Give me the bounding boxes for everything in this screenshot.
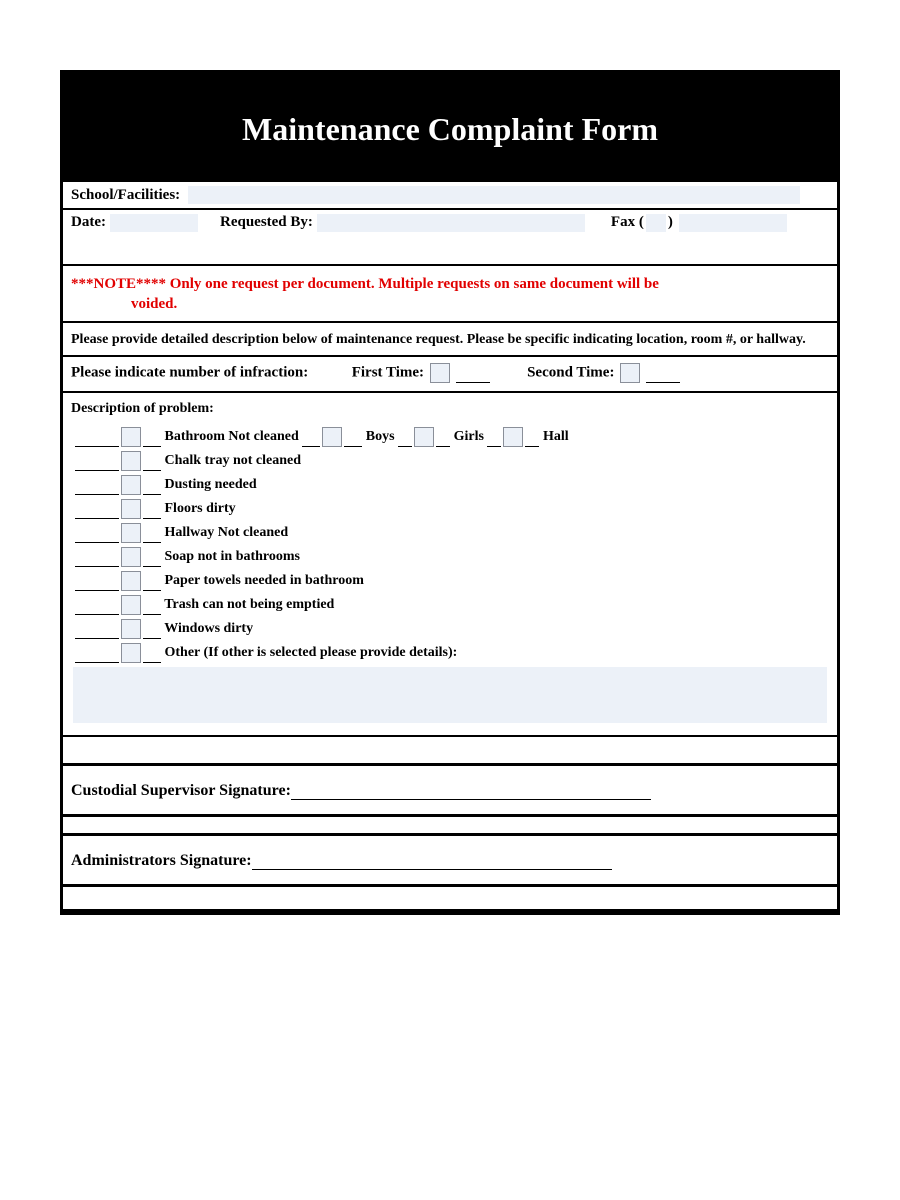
checkbox-hallway[interactable] [121,523,141,543]
label-school: School/Facilities: [71,187,180,203]
checkbox-bathroom[interactable] [121,427,141,447]
checkbox-first-time[interactable] [430,363,450,383]
label-floors: Floors dirty [165,502,236,517]
checkbox-dusting[interactable] [121,475,141,495]
input-custodial-signature[interactable] [291,785,651,800]
checkbox-paper-towels[interactable] [121,571,141,591]
problem-line: Trash can not being emptied [75,595,829,615]
row-infraction: Please indicate number of infraction: Fi… [63,355,837,391]
row-meta: Date: Requested By: Fax ( ) [63,208,837,264]
label-fax-close: ) [668,214,673,231]
problem-line: Hallway Not cleaned [75,523,829,543]
label-date: Date: [71,214,106,231]
input-date[interactable] [110,214,198,232]
label-bathroom: Bathroom Not cleaned [165,430,299,445]
problem-line: Paper towels needed in bathroom [75,571,829,591]
label-requested-by: Requested By: [220,214,313,231]
spacer [63,814,837,833]
checkbox-chalk-tray[interactable] [121,451,141,471]
label-trash: Trash can not being emptied [164,598,334,613]
checkbox-other[interactable] [121,643,141,663]
maintenance-complaint-form: Maintenance Complaint Form School/Facili… [60,70,840,915]
problem-line: Floors dirty [75,499,829,519]
label-hallway: Hallway Not cleaned [165,526,289,541]
note-line1: ***NOTE**** Only one request per documen… [71,276,659,292]
label-admin-signature: Administrators Signature: [71,852,252,869]
spacer [63,735,837,763]
problem-line: Dusting needed [75,475,829,495]
note-line2: voided. [71,294,829,314]
label-hall: Hall [543,430,569,445]
input-other-details[interactable] [73,667,827,723]
checkbox-second-time[interactable] [620,363,640,383]
label-dusting: Dusting needed [165,478,257,493]
checkbox-trash[interactable] [121,595,141,615]
input-fax-area[interactable] [646,214,666,232]
label-problems: Description of problem: [71,401,829,417]
label-first-time: First Time: [352,365,424,381]
problem-line: Windows dirty [75,619,829,639]
instructions: Please provide detailed description belo… [63,321,837,356]
checkbox-hall[interactable] [503,427,523,447]
label-custodial-signature: Custodial Supervisor Signature: [71,782,291,799]
checkbox-windows[interactable] [121,619,141,639]
page: Maintenance Complaint Form School/Facili… [0,0,900,1200]
problem-line: Chalk tray not cleaned [75,451,829,471]
input-requested-by[interactable] [317,214,585,232]
label-windows: Windows dirty [164,622,253,637]
checkbox-soap[interactable] [121,547,141,567]
row-admin-signature: Administrators Signature: [63,833,837,884]
input-admin-signature[interactable] [252,855,612,870]
bottom-rule [63,909,837,912]
label-other: Other (If other is selected please provi… [165,646,458,661]
row-problems: Description of problem: Bathroom Not cle… [63,391,837,735]
spacer [63,884,837,909]
row-school: School/Facilities: [63,182,837,208]
problem-line-bathroom: Bathroom Not cleaned Boys Girls Hall [75,427,829,447]
form-title: Maintenance Complaint Form [63,73,837,182]
label-second-time: Second Time: [527,365,614,381]
label-fax: Fax ( [611,214,644,231]
label-paper-towels: Paper towels needed in bathroom [165,574,364,589]
label-infraction: Please indicate number of infraction: [71,365,308,381]
note: ***NOTE**** Only one request per documen… [63,264,837,321]
label-girls: Girls [454,430,484,445]
label-boys: Boys [366,430,395,445]
label-soap: Soap not in bathrooms [165,550,301,565]
label-chalk-tray: Chalk tray not cleaned [165,454,302,469]
input-school[interactable] [188,186,800,204]
checkbox-floors[interactable] [121,499,141,519]
row-custodial-signature: Custodial Supervisor Signature: [63,763,837,814]
checkbox-boys[interactable] [322,427,342,447]
checkbox-girls[interactable] [414,427,434,447]
problem-line-other: Other (If other is selected please provi… [75,643,829,663]
input-fax-number[interactable] [679,214,787,232]
problem-line: Soap not in bathrooms [75,547,829,567]
